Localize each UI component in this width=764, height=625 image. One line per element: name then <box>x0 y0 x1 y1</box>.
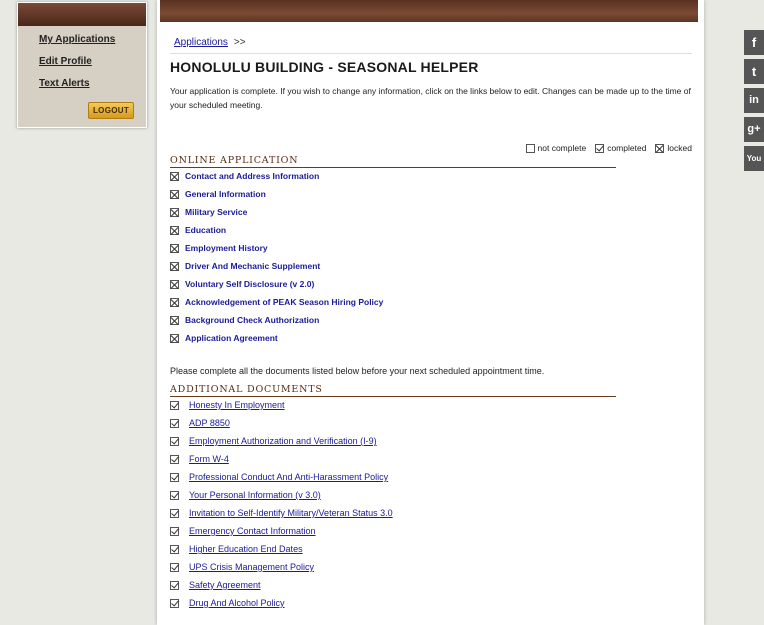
online-item-link[interactable]: Acknowledgement of PEAK Season Hiring Po… <box>185 297 383 307</box>
document-link[interactable]: Employment Authorization and Verificatio… <box>189 436 377 446</box>
checkmark-icon <box>170 580 179 590</box>
list-item: Professional Conduct And Anti-Harassment… <box>170 468 393 486</box>
intro-text: Your application is complete. If you wis… <box>170 86 691 110</box>
sidebar-link-edit-profile[interactable]: Edit Profile <box>39 56 146 67</box>
document-link[interactable]: ADP 8850 <box>189 418 230 428</box>
list-item: Safety Agreement <box>170 576 393 594</box>
list-item: Employment Authorization and Verificatio… <box>170 432 393 450</box>
online-item-link[interactable]: Background Check Authorization <box>185 315 319 325</box>
legend-label: completed <box>607 143 647 153</box>
documents-note: Please complete all the documents listed… <box>170 366 545 376</box>
online-item-link[interactable]: Education <box>185 225 226 235</box>
list-item: Employment History <box>170 239 383 257</box>
list-item: Higher Education End Dates <box>170 540 393 558</box>
list-item: Application Agreement <box>170 329 383 347</box>
checkmark-icon <box>170 400 179 410</box>
list-item: Voluntary Self Disclosure (v 2.0) <box>170 275 383 293</box>
locked-icon <box>170 297 179 307</box>
youtube-icon[interactable]: You <box>744 146 764 171</box>
breadcrumb: Applications >> <box>174 37 246 48</box>
legend-label: locked <box>667 143 692 153</box>
checkmark-icon <box>170 436 179 446</box>
empty-checkbox-icon <box>525 143 535 153</box>
checkmark-icon <box>170 490 179 500</box>
list-item: Military Service <box>170 203 383 221</box>
status-legend: not complete completed locked <box>517 143 692 153</box>
checkmark-icon <box>170 526 179 536</box>
locked-icon <box>170 279 179 289</box>
document-link[interactable]: Your Personal Information (v 3.0) <box>189 490 321 500</box>
online-item-link[interactable]: Voluntary Self Disclosure (v 2.0) <box>185 279 314 289</box>
social-bar: f t in g+ You <box>744 30 764 175</box>
divider <box>170 53 692 54</box>
list-item: Background Check Authorization <box>170 311 383 329</box>
document-link[interactable]: Professional Conduct And Anti-Harassment… <box>189 472 388 482</box>
list-item: Drug And Alcohol Policy <box>170 594 393 612</box>
legend-locked: locked <box>655 143 692 153</box>
document-link[interactable]: Emergency Contact Information <box>189 526 316 536</box>
locked-icon <box>170 315 179 325</box>
list-item: Invitation to Self-Identify Military/Vet… <box>170 504 393 522</box>
legend-label: not complete <box>537 143 587 153</box>
sidebar-header-bar <box>18 3 146 26</box>
locked-icon <box>170 171 179 181</box>
breadcrumb-applications-link[interactable]: Applications <box>174 37 228 48</box>
list-item: General Information <box>170 185 383 203</box>
list-item: ADP 8850 <box>170 414 393 432</box>
document-link[interactable]: Honesty In Employment <box>189 400 285 410</box>
list-item: Emergency Contact Information <box>170 522 393 540</box>
checkmark-icon <box>170 418 179 428</box>
checkmark-icon <box>170 454 179 464</box>
list-item: Your Personal Information (v 3.0) <box>170 486 393 504</box>
list-item: UPS Crisis Management Policy <box>170 558 393 576</box>
document-link[interactable]: Higher Education End Dates <box>189 544 303 554</box>
online-item-link[interactable]: General Information <box>185 189 266 199</box>
list-item: Driver And Mechanic Supplement <box>170 257 383 275</box>
legend-not-complete: not complete <box>525 143 587 153</box>
document-link[interactable]: Safety Agreement <box>189 580 261 590</box>
checkmark-icon <box>170 472 179 482</box>
checkmark-icon <box>170 562 179 572</box>
list-item: Acknowledgement of PEAK Season Hiring Po… <box>170 293 383 311</box>
document-link[interactable]: Drug And Alcohol Policy <box>189 598 285 608</box>
locked-icon <box>170 261 179 271</box>
document-link[interactable]: Invitation to Self-Identify Military/Vet… <box>189 508 393 518</box>
twitter-icon[interactable]: t <box>744 59 764 84</box>
list-item: Form W-4 <box>170 450 393 468</box>
x-box-icon <box>655 143 665 153</box>
page-title: HONOLULU BUILDING - SEASONAL HELPER <box>170 59 479 75</box>
checkmark-icon <box>170 598 179 608</box>
sidebar-link-my-applications[interactable]: My Applications <box>39 34 146 45</box>
online-item-link[interactable]: Contact and Address Information <box>185 171 319 181</box>
locked-icon <box>170 207 179 217</box>
google-plus-icon[interactable]: g+ <box>744 117 764 142</box>
linkedin-icon[interactable]: in <box>744 88 764 113</box>
main-header-bar <box>160 0 698 22</box>
online-item-link[interactable]: Application Agreement <box>185 333 278 343</box>
main-panel: Applications >> HONOLULU BUILDING - SEASO… <box>157 0 704 625</box>
locked-icon <box>170 243 179 253</box>
breadcrumb-separator: >> <box>233 37 246 48</box>
document-link[interactable]: Form W-4 <box>189 454 229 464</box>
online-item-link[interactable]: Employment History <box>185 243 268 253</box>
online-item-link[interactable]: Driver And Mechanic Supplement <box>185 261 320 271</box>
sidebar-panel: My Applications Edit Profile Text Alerts… <box>17 2 147 128</box>
checkmark-icon <box>595 143 605 153</box>
locked-icon <box>170 333 179 343</box>
facebook-icon[interactable]: f <box>744 30 764 55</box>
legend-completed: completed <box>595 143 646 153</box>
sidebar-link-text-alerts[interactable]: Text Alerts <box>39 78 146 89</box>
checkmark-icon <box>170 544 179 554</box>
list-item: Honesty In Employment <box>170 396 393 414</box>
list-item: Education <box>170 221 383 239</box>
locked-icon <box>170 225 179 235</box>
online-application-list: Contact and Address Information General … <box>170 167 383 347</box>
document-link[interactable]: UPS Crisis Management Policy <box>189 562 314 572</box>
locked-icon <box>170 189 179 199</box>
online-item-link[interactable]: Military Service <box>185 207 247 217</box>
logout-button[interactable]: LOGOUT <box>88 102 134 119</box>
list-item: Contact and Address Information <box>170 167 383 185</box>
additional-documents-list: Honesty In Employment ADP 8850 Employmen… <box>170 396 393 612</box>
checkmark-icon <box>170 508 179 518</box>
